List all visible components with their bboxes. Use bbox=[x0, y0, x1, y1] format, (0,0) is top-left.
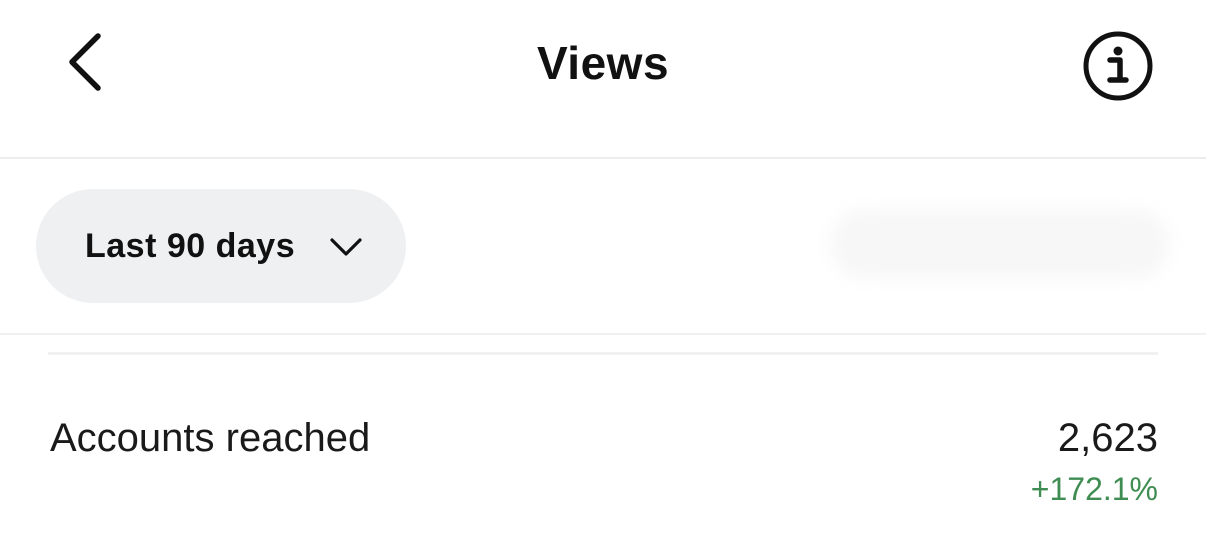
header-bar: Views bbox=[0, 0, 1206, 158]
date-range-selector[interactable]: Last 90 days bbox=[36, 189, 406, 303]
info-button[interactable] bbox=[1078, 30, 1158, 102]
page-title: Views bbox=[536, 37, 670, 89]
chevron-down-icon bbox=[330, 238, 362, 256]
metric-value: 2,623 bbox=[1057, 416, 1158, 460]
date-range-label: Last 90 days bbox=[85, 227, 296, 265]
filter-row: Last 90 days bbox=[0, 159, 1206, 334]
section-divider bbox=[0, 333, 1206, 335]
metric-change: +172.1% bbox=[1030, 471, 1158, 507]
views-insights-screen: Views Last 90 days Accounts reached 2,62… bbox=[0, 0, 1206, 538]
info-circle-icon bbox=[1083, 31, 1153, 101]
content-divider bbox=[48, 352, 1158, 355]
metric-label: Accounts reached bbox=[50, 416, 371, 460]
blurred-content bbox=[830, 209, 1170, 279]
metric-row-accounts-reached[interactable]: Accounts reached 2,623 +172.1% bbox=[0, 400, 1206, 520]
